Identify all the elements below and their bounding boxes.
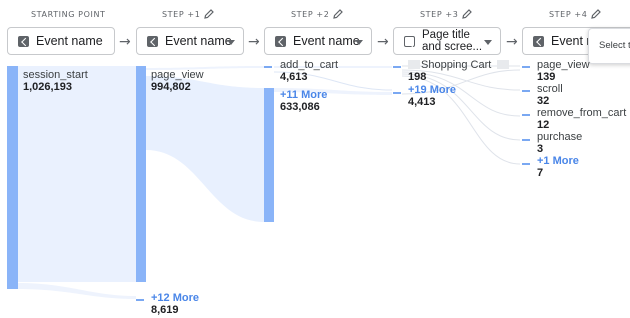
node-tick (136, 299, 144, 301)
node-value: 1,026,193 (23, 81, 72, 93)
more-link[interactable]: +19 More (408, 84, 456, 96)
node-value: 4,613 (280, 71, 308, 83)
chip-label: Event name (293, 34, 360, 48)
more-link[interactable]: +12 More (151, 292, 199, 304)
node-value: 4,413 (408, 96, 436, 108)
node-bar-page-view[interactable] (136, 66, 146, 282)
dropdown-icon (355, 40, 363, 45)
tooltip-text: Select tl (599, 40, 630, 51)
node-name: purchase (537, 131, 583, 143)
dimension-chip-step-1[interactable]: Event name (136, 27, 244, 55)
arrow-right-icon: → (248, 34, 260, 50)
node-name: page_view (537, 59, 590, 71)
pencil-icon[interactable] (461, 8, 473, 20)
dimension-chip-start[interactable]: Event name (7, 27, 115, 55)
node-name: page_view (151, 69, 204, 81)
flow-pageview-to-more (146, 76, 264, 222)
flow-start-to-more (18, 283, 136, 299)
arrow-right-icon: → (119, 34, 131, 50)
event-icon (533, 36, 544, 47)
node-name: scroll (537, 83, 563, 95)
arrow-right-icon: → (506, 34, 518, 50)
node-tick (522, 163, 530, 165)
node-tick (522, 114, 530, 116)
node-value: 633,086 (280, 101, 320, 113)
dropdown-tooltip: Select tl (588, 28, 630, 64)
chip-label: Event name (165, 34, 232, 48)
node-name: Shopping Cart (421, 59, 492, 71)
node-tick (264, 66, 272, 68)
node-value: 3 (537, 143, 544, 155)
node-name: add_to_cart (280, 59, 339, 71)
more-link[interactable]: +11 More (280, 89, 327, 101)
event-icon (275, 36, 286, 47)
step-header-start: STARTING POINT (31, 10, 106, 19)
node-value: 994,802 (151, 81, 191, 93)
node-tick (522, 139, 530, 141)
step-header-4: STEP +4 (549, 10, 588, 19)
node-value: 139 (537, 71, 556, 83)
arrow-right-icon: → (377, 34, 389, 50)
redacted-text (497, 60, 509, 69)
flow-start-to-pageview (18, 66, 136, 282)
dimension-chip-step-2[interactable]: Event name (264, 27, 372, 55)
node-name: session_start (23, 69, 88, 81)
step-header-1: STEP +1 (162, 10, 201, 19)
node-tick (522, 90, 530, 92)
node-value: 7 (537, 167, 544, 179)
page-icon (404, 36, 415, 47)
node-tick (393, 92, 401, 94)
redacted-text (408, 60, 420, 69)
node-bar-session-start[interactable] (7, 66, 18, 289)
dimension-chip-step-3[interactable]: Page title and scree... (393, 27, 501, 55)
node-value: 8,619 (151, 304, 179, 316)
node-value: 12 (537, 119, 550, 131)
dropdown-icon (227, 40, 235, 45)
dropdown-icon (484, 40, 492, 45)
node-value: 32 (537, 95, 550, 107)
pencil-icon[interactable] (590, 8, 602, 20)
event-icon (147, 36, 158, 47)
node-bar-more-step-2[interactable] (264, 88, 274, 222)
event-icon (18, 36, 29, 47)
node-tick (393, 66, 401, 68)
pencil-icon[interactable] (332, 8, 344, 20)
node-tick (522, 66, 530, 68)
pencil-icon[interactable] (203, 8, 215, 20)
step-header-2: STEP +2 (291, 10, 330, 19)
chip-label-line-1: Page title (422, 29, 470, 41)
node-name: remove_from_cart (537, 107, 627, 119)
step-header-3: STEP +3 (420, 10, 459, 19)
chip-label: Event name (36, 34, 103, 48)
chip-label-line-2: and scree... (422, 41, 483, 53)
node-value: 198 (408, 71, 427, 83)
more-link[interactable]: +1 More (537, 155, 579, 167)
